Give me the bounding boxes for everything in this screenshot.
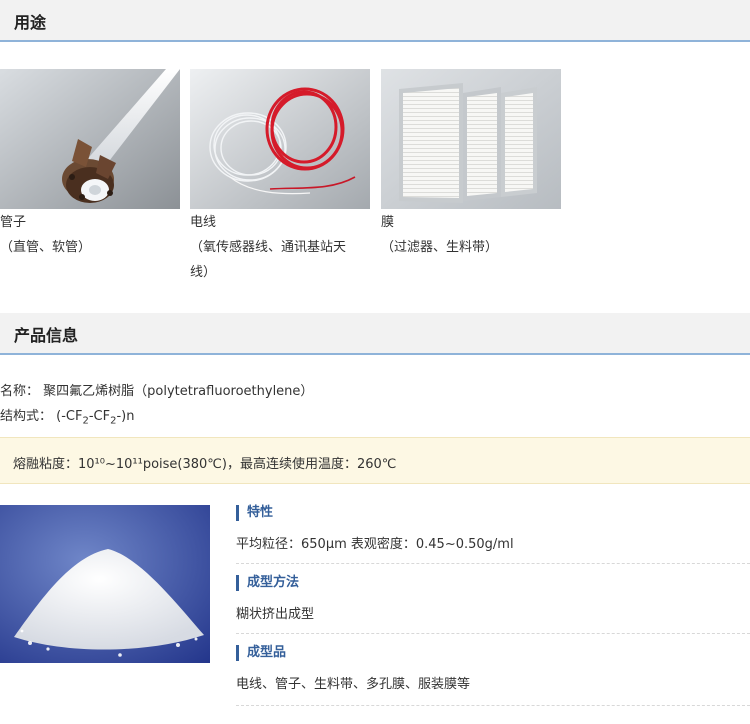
use-card-membrane: 膜 （过滤器、生料带） [381, 69, 561, 260]
structure-prefix: 结构式： (-CF [0, 409, 83, 424]
wire-image [190, 69, 370, 209]
property-title-molded-products: 成型品 [236, 645, 286, 661]
use-card-wire: 电线 （氧传感器线、通讯基站天 线） [190, 69, 370, 285]
use-label-membrane: 膜 [381, 215, 395, 230]
structure-mid: -CF [88, 409, 111, 424]
product-name: 名称： 聚四氟乙烯树脂（polytetrafluoroethylene） [0, 384, 314, 399]
pipe-image [0, 69, 180, 209]
use-card-pipe: 管子 （直管、软管） [0, 69, 180, 260]
uses-title: 用途 [14, 13, 47, 32]
ptfe-powder-image [0, 505, 210, 663]
property-divider [236, 705, 750, 706]
use-label-wire: 电线 [190, 215, 217, 230]
property-title-characteristics: 特性 [236, 505, 273, 521]
structure-suffix: -)n [116, 409, 135, 424]
note-text: 熔融粘度：10¹⁰~10¹¹poise(380℃)，最高连续使用温度：260℃ [13, 457, 397, 472]
product-title: 产品信息 [14, 326, 79, 345]
product-structure: 结构式： (-CF2-CF2-)n [0, 405, 134, 427]
membrane-image [381, 69, 561, 209]
use-detail-wire-line2: 线） [190, 265, 217, 280]
melt-viscosity-note: 熔融粘度：10¹⁰~10¹¹poise(380℃)，最高连续使用温度：260℃ [0, 437, 750, 484]
property-value-molded-products: 电线、管子、生料带、多孔膜、服装膜等 [236, 677, 471, 692]
property-divider [236, 563, 750, 564]
product-section-header: 产品信息 [0, 313, 750, 355]
use-detail-pipe: （直管、软管） [0, 240, 92, 255]
use-detail-wire-line1: （氧传感器线、通讯基站天 [190, 240, 347, 255]
property-title-molding-method: 成型方法 [236, 575, 299, 591]
property-value-characteristics: 平均粒径：650μm 表观密度：0.45~0.50g/ml [236, 537, 514, 552]
property-divider [236, 633, 750, 634]
property-value-molding-method: 糊状挤出成型 [236, 607, 315, 622]
uses-section-header: 用途 [0, 0, 750, 42]
use-detail-membrane: （过滤器、生料带） [381, 240, 499, 255]
use-label-pipe: 管子 [0, 215, 27, 230]
